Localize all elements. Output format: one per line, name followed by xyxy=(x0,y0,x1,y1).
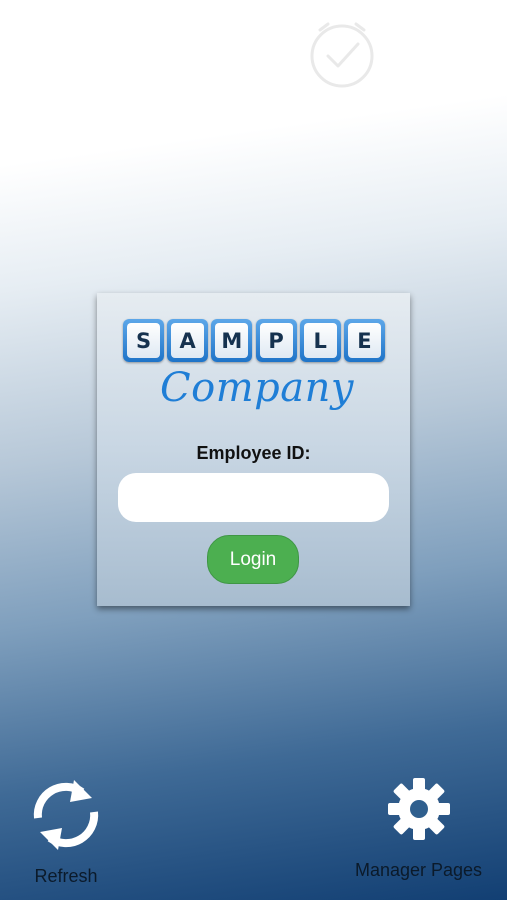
login-card: S A M P L E Company Employee ID: Login xyxy=(97,293,410,606)
manager-pages-button[interactable]: Manager Pages xyxy=(346,776,491,881)
refresh-label: Refresh xyxy=(34,866,98,886)
employee-id-label: Employee ID: xyxy=(196,443,311,463)
manager-pages-label: Manager Pages xyxy=(354,860,483,880)
logo-letter: M xyxy=(215,323,249,358)
logo-letter: E xyxy=(347,323,381,358)
logo-company-text: Company xyxy=(160,365,354,411)
logo-tile: M xyxy=(211,319,253,362)
gear-icon xyxy=(387,778,450,840)
logo-tile: S xyxy=(123,319,164,362)
employee-id-input[interactable] xyxy=(118,473,389,522)
logo-tile: A xyxy=(167,319,209,362)
logo-letter: S xyxy=(127,323,160,358)
refresh-icon xyxy=(33,780,99,850)
logo-tile: L xyxy=(299,319,341,362)
clock-check-icon xyxy=(310,22,374,88)
company-logo: S A M P L E xyxy=(123,319,385,362)
logo-tile: E xyxy=(343,319,385,362)
login-button[interactable]: Login xyxy=(207,535,299,584)
logo-letter: P xyxy=(259,323,293,358)
logo-letter: L xyxy=(303,323,337,358)
logo-letter: A xyxy=(171,323,205,358)
refresh-button[interactable]: Refresh xyxy=(26,776,106,887)
logo-tile: P xyxy=(255,319,297,362)
